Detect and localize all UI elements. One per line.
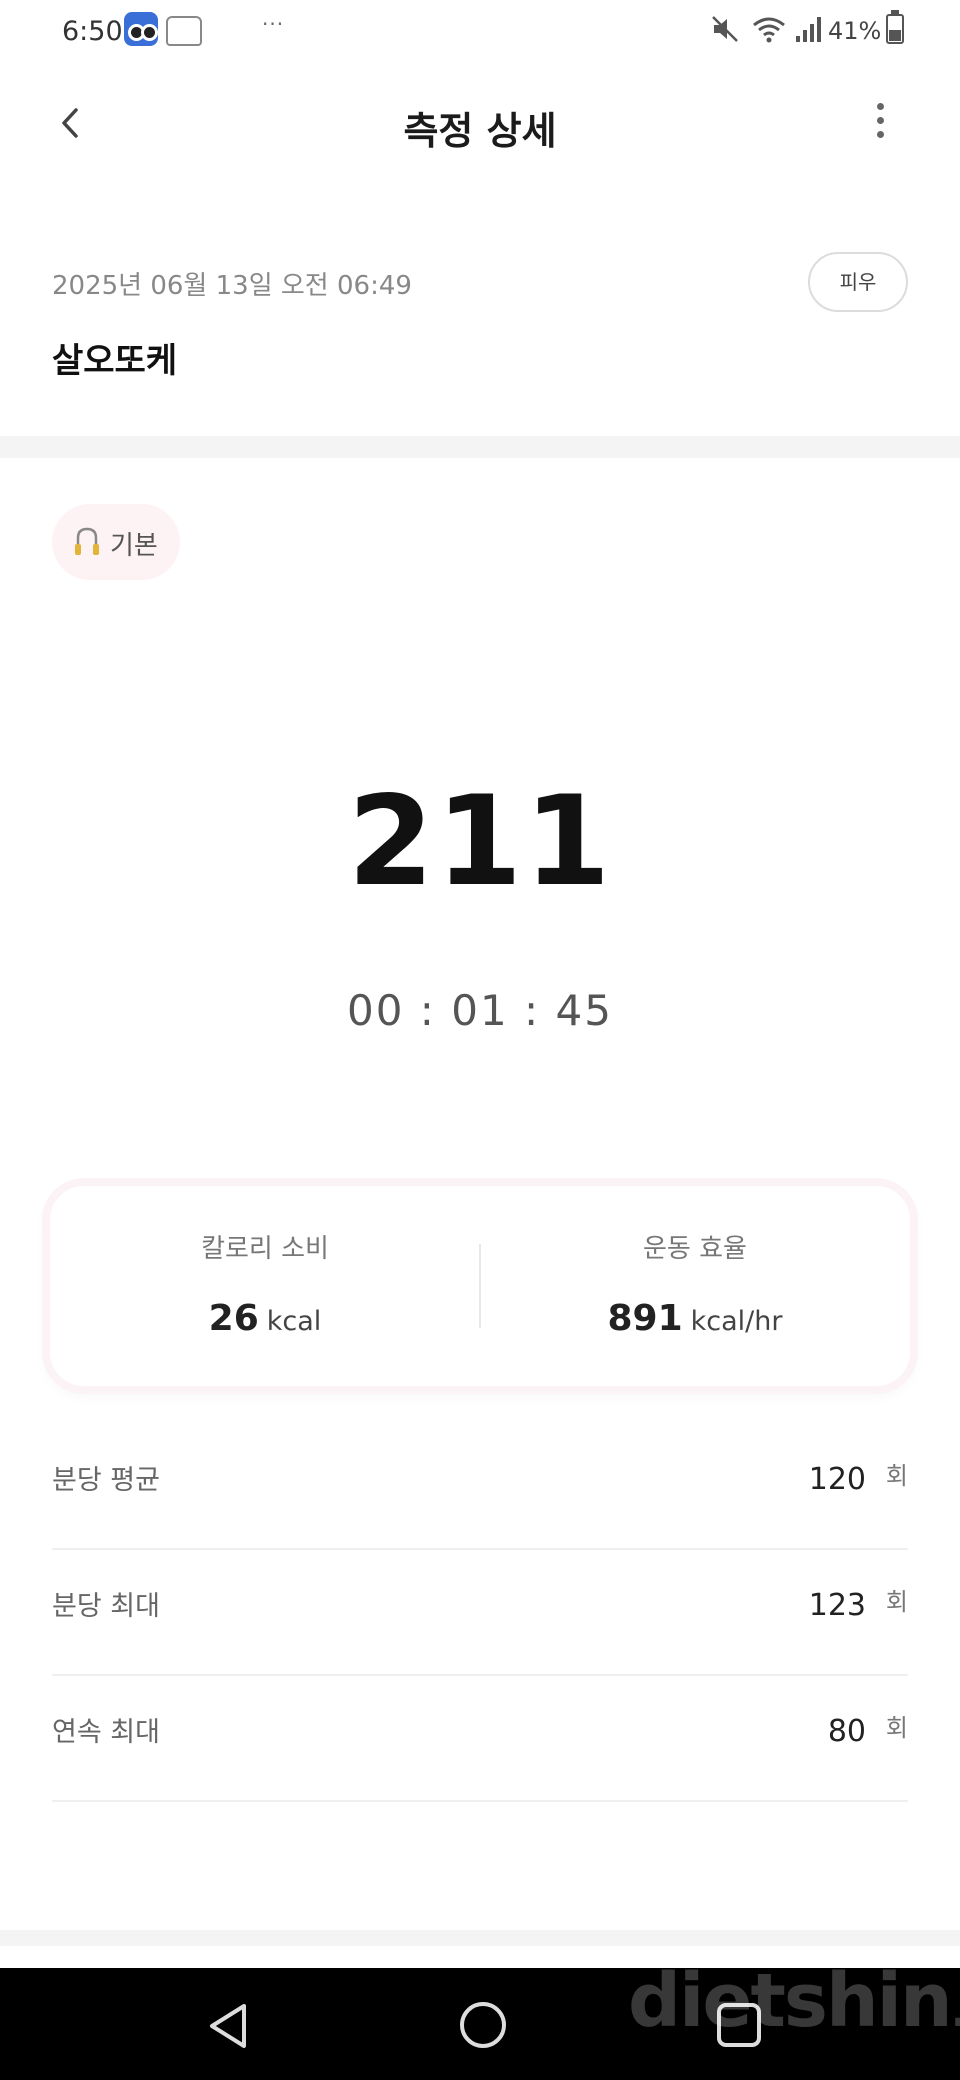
- calories-value-row: 26 kcal: [50, 1298, 480, 1339]
- mode-label: 기본: [110, 531, 158, 561]
- user-chip[interactable]: 피우: [808, 252, 908, 312]
- jump-count: 211: [347, 770, 613, 914]
- record-name: 살오또케: [52, 341, 178, 381]
- mode-chip: 기본: [52, 504, 180, 580]
- app-notification-icon: [166, 16, 202, 46]
- back-triangle-icon[interactable]: [204, 2000, 252, 2052]
- efficiency-value: 891: [607, 1298, 683, 1339]
- battery-percentage: 41%: [828, 17, 882, 45]
- calories-value: 26: [208, 1298, 259, 1339]
- page-title: 측정 상세: [403, 109, 557, 153]
- section-divider: [0, 1930, 960, 1946]
- battery-icon: [886, 10, 904, 44]
- status-time: 6:50: [62, 16, 123, 47]
- stat-row-max-consecutive: 연속 최대 80 회: [52, 1676, 908, 1802]
- signal-icon: [796, 17, 821, 42]
- app-notification-icon: [124, 12, 158, 46]
- efficiency-value-row: 891 kcal/hr: [480, 1298, 910, 1339]
- stat-value: 123: [808, 1588, 866, 1623]
- stat-row-max-per-minute: 분당 최대 123 회: [52, 1550, 908, 1676]
- wifi-icon: [753, 17, 785, 43]
- efficiency-summary: 운동 효율 891 kcal/hr: [480, 1186, 910, 1386]
- calories-label: 칼로리 소비: [201, 1234, 329, 1264]
- screen: 6:50 ··· 41% 측정 상세 2025년 06월 13일 오전 06:4…: [0, 0, 960, 2080]
- status-bar: 6:50 ··· 41%: [0, 0, 960, 64]
- stat-label: 분당 최대: [52, 1591, 160, 1622]
- stat-value: 80: [827, 1714, 866, 1749]
- more-notifications-indicator: ···: [262, 12, 285, 36]
- more-options-button[interactable]: [860, 96, 900, 152]
- efficiency-unit: kcal/hr: [690, 1306, 783, 1337]
- battery-level: [889, 30, 901, 41]
- stat-row-avg-per-minute: 분당 평균 120 회: [52, 1424, 908, 1550]
- recent-square-icon[interactable]: [714, 2000, 764, 2050]
- efficiency-label: 운동 효율: [643, 1234, 747, 1264]
- stat-unit: 회: [885, 1714, 908, 1742]
- stat-unit: 회: [885, 1462, 908, 1490]
- summary-card: 칼로리 소비 26 kcal 운동 효율 891 kcal/hr: [50, 1186, 910, 1386]
- app-header: 측정 상세: [0, 80, 960, 170]
- record-datetime: 2025년 06월 13일 오전 06:49: [52, 271, 412, 301]
- section-divider: [0, 436, 960, 458]
- workout-duration: 00 : 01 : 45: [346, 986, 614, 1035]
- stat-value: 120: [808, 1462, 866, 1497]
- stat-unit: 회: [885, 1588, 908, 1616]
- stat-label: 분당 평균: [52, 1465, 160, 1496]
- home-circle-icon[interactable]: [458, 2000, 508, 2050]
- system-navigation-bar: [0, 1968, 960, 2080]
- calories-unit: kcal: [266, 1306, 322, 1337]
- jump-rope-icon: [75, 527, 99, 555]
- calories-summary: 칼로리 소비 26 kcal: [50, 1186, 480, 1386]
- stat-label: 연속 최대: [52, 1717, 160, 1748]
- more-vertical-icon: [876, 103, 884, 110]
- mute-icon: [712, 16, 738, 42]
